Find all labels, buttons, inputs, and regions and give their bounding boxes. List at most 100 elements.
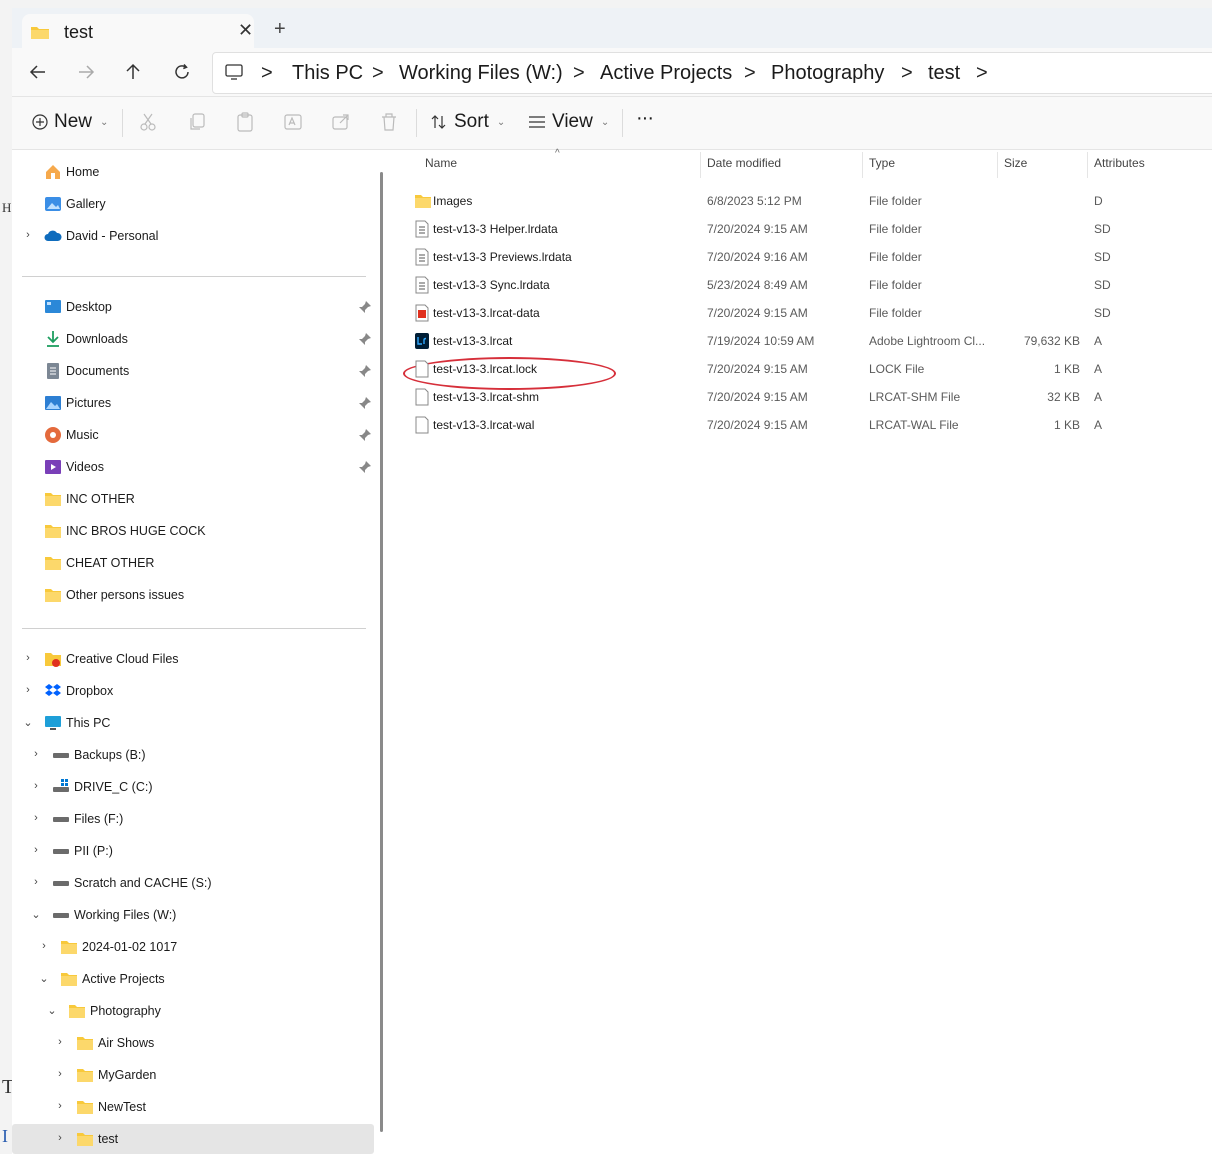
nav-item-folder[interactable]: › Air Shows [12,1028,374,1058]
refresh-button[interactable] [168,58,196,86]
tab-test[interactable]: test ✕ [22,14,254,48]
nav-item-videos[interactable]: Videos [12,452,374,482]
column-attributes[interactable]: Attributes [1094,156,1145,170]
nav-item-folder[interactable]: ⌄ Active Projects [12,964,374,994]
nav-item-onedrive[interactable]: › David - Personal [12,221,374,251]
column-divider[interactable] [862,152,863,178]
nav-item-documents[interactable]: Documents [12,356,374,386]
nav-item-desktop[interactable]: Desktop [12,292,374,322]
chevron-right-icon[interactable]: › [38,940,50,952]
chevron-down-icon[interactable]: ⌄ [30,908,42,921]
chevron-right-icon[interactable]: › [30,748,42,760]
nav-item-dropbox[interactable]: › Dropbox [12,676,374,706]
nav-item-label: Scratch and CACHE (S:) [74,876,212,890]
pin-icon[interactable] [358,300,372,314]
nav-scrollbar[interactable] [380,172,383,1132]
pin-icon[interactable] [358,396,372,410]
chevron-right-icon[interactable]: › [22,684,34,696]
chevron-right-icon[interactable]: › [54,1036,66,1048]
column-size[interactable]: Size [1004,156,1027,170]
nav-item-drive[interactable]: › DRIVE_C (C:) [12,772,374,802]
delete-icon[interactable] [378,111,400,133]
file-row[interactable]: test-v13-3.lrcat 7/19/2024 10:59 AM Adob… [404,327,1204,355]
pin-icon[interactable] [358,460,372,474]
forward-button[interactable] [72,58,100,86]
file-name: test-v13-3.lrcat-shm [433,390,540,404]
pin-icon[interactable] [358,364,372,378]
cut-icon[interactable] [138,111,160,133]
chevron-right-icon[interactable]: › [54,1068,66,1080]
view-button[interactable]: View ⌄ [528,111,609,133]
chevron-down-icon[interactable]: ⌄ [38,972,50,985]
nav-item-folder[interactable]: Other persons issues [12,580,374,610]
nav-item-folder[interactable]: › 2024-01-02 1017 [12,932,374,962]
column-date-modified[interactable]: Date modified [707,156,781,170]
nav-item-gallery[interactable]: Gallery [12,189,374,219]
chevron-right-icon: > [372,62,384,84]
sort-button[interactable]: Sort ⌄ [430,111,505,133]
breadcrumb-this-pc[interactable]: This PC [292,62,363,85]
more-options-button[interactable]: ··· [636,107,654,130]
nav-item-this-pc[interactable]: ⌄ This PC [12,708,374,738]
breadcrumb-working-files[interactable]: Working Files (W:) [399,62,563,85]
new-button[interactable]: New ⌄ [32,111,108,133]
paste-icon[interactable] [234,111,256,133]
column-divider[interactable] [1087,152,1088,178]
chevron-right-icon[interactable]: › [22,652,34,664]
share-icon[interactable] [330,111,352,133]
nav-item-folder[interactable]: › NewTest [12,1092,374,1122]
nav-item-home[interactable]: Home [12,157,374,187]
chevron-right-icon[interactable]: › [54,1100,66,1112]
nav-item-music[interactable]: Music [12,420,374,450]
drive-icon [53,913,69,918]
nav-item-pictures[interactable]: Pictures [12,388,374,418]
nav-item-drive[interactable]: › Scratch and CACHE (S:) [12,868,374,898]
column-type[interactable]: Type [869,156,895,170]
file-row[interactable]: test-v13-3 Previews.lrdata 7/20/2024 9:1… [404,243,1204,271]
copy-icon[interactable] [186,111,208,133]
chevron-right-icon[interactable]: › [22,229,34,241]
pin-icon[interactable] [358,332,372,346]
breadcrumb-photography[interactable]: Photography [771,62,884,85]
chevron-down-icon[interactable]: ⌄ [46,1004,58,1017]
nav-item-downloads[interactable]: Downloads [12,324,374,354]
nav-item-drive[interactable]: › Files (F:) [12,804,374,834]
column-divider[interactable] [700,152,701,178]
chevron-right-icon[interactable]: › [30,876,42,888]
nav-item-drive-working-files[interactable]: ⌄ Working Files (W:) [12,900,374,930]
file-row[interactable]: test-v13-3 Helper.lrdata 7/20/2024 9:15 … [404,215,1204,243]
chevron-right-icon[interactable]: › [30,780,42,792]
nav-item-folder[interactable]: ⌄ Photography [12,996,374,1026]
address-bar[interactable]: > This PC > Working Files (W:) > Active … [212,52,1212,94]
column-divider[interactable] [997,152,998,178]
pin-icon[interactable] [358,428,372,442]
file-row[interactable]: test-v13-3.lrcat-shm 7/20/2024 9:15 AM L… [404,383,1204,411]
close-icon[interactable]: ✕ [238,20,253,41]
nav-item-folder[interactable]: INC OTHER [12,484,374,514]
new-tab-button[interactable]: + [274,18,286,41]
chevron-right-icon[interactable]: › [30,812,42,824]
file-row[interactable]: test-v13-3.lrcat-wal 7/20/2024 9:15 AM L… [404,411,1204,439]
file-row[interactable]: test-v13-3.lrcat-data 7/20/2024 9:15 AM … [404,299,1204,327]
chevron-down-icon[interactable]: ⌄ [22,716,34,729]
nav-item-drive[interactable]: › PII (P:) [12,836,374,866]
nav-item-drive[interactable]: › Backups (B:) [12,740,374,770]
file-name: test-v13-3.lrcat [433,334,513,348]
nav-item-folder[interactable]: CHEAT OTHER [12,548,374,578]
breadcrumb-active-projects[interactable]: Active Projects [600,62,732,85]
file-row[interactable]: test-v13-3 Sync.lrdata 5/23/2024 8:49 AM… [404,271,1204,299]
nav-item-folder[interactable]: › MyGarden [12,1060,374,1090]
back-button[interactable] [24,58,52,86]
up-button[interactable] [119,58,147,86]
file-row[interactable]: Images 6/8/2023 5:12 PM File folder D [404,187,1204,215]
nav-item-test-selected[interactable]: › test [12,1124,374,1154]
nav-item-creative-cloud[interactable]: › Creative Cloud Files [12,644,374,674]
nav-item-folder[interactable]: INC BROS HUGE COCK [12,516,374,546]
breadcrumb-test[interactable]: test [928,62,960,85]
column-name[interactable]: Name [425,156,457,170]
chevron-right-icon[interactable]: > [976,62,988,85]
rename-icon[interactable] [282,111,304,133]
chevron-right-icon[interactable]: › [30,844,42,856]
file-row-lock[interactable]: test-v13-3.lrcat.lock 7/20/2024 9:15 AM … [403,355,1204,390]
chevron-right-icon[interactable]: › [54,1132,66,1144]
